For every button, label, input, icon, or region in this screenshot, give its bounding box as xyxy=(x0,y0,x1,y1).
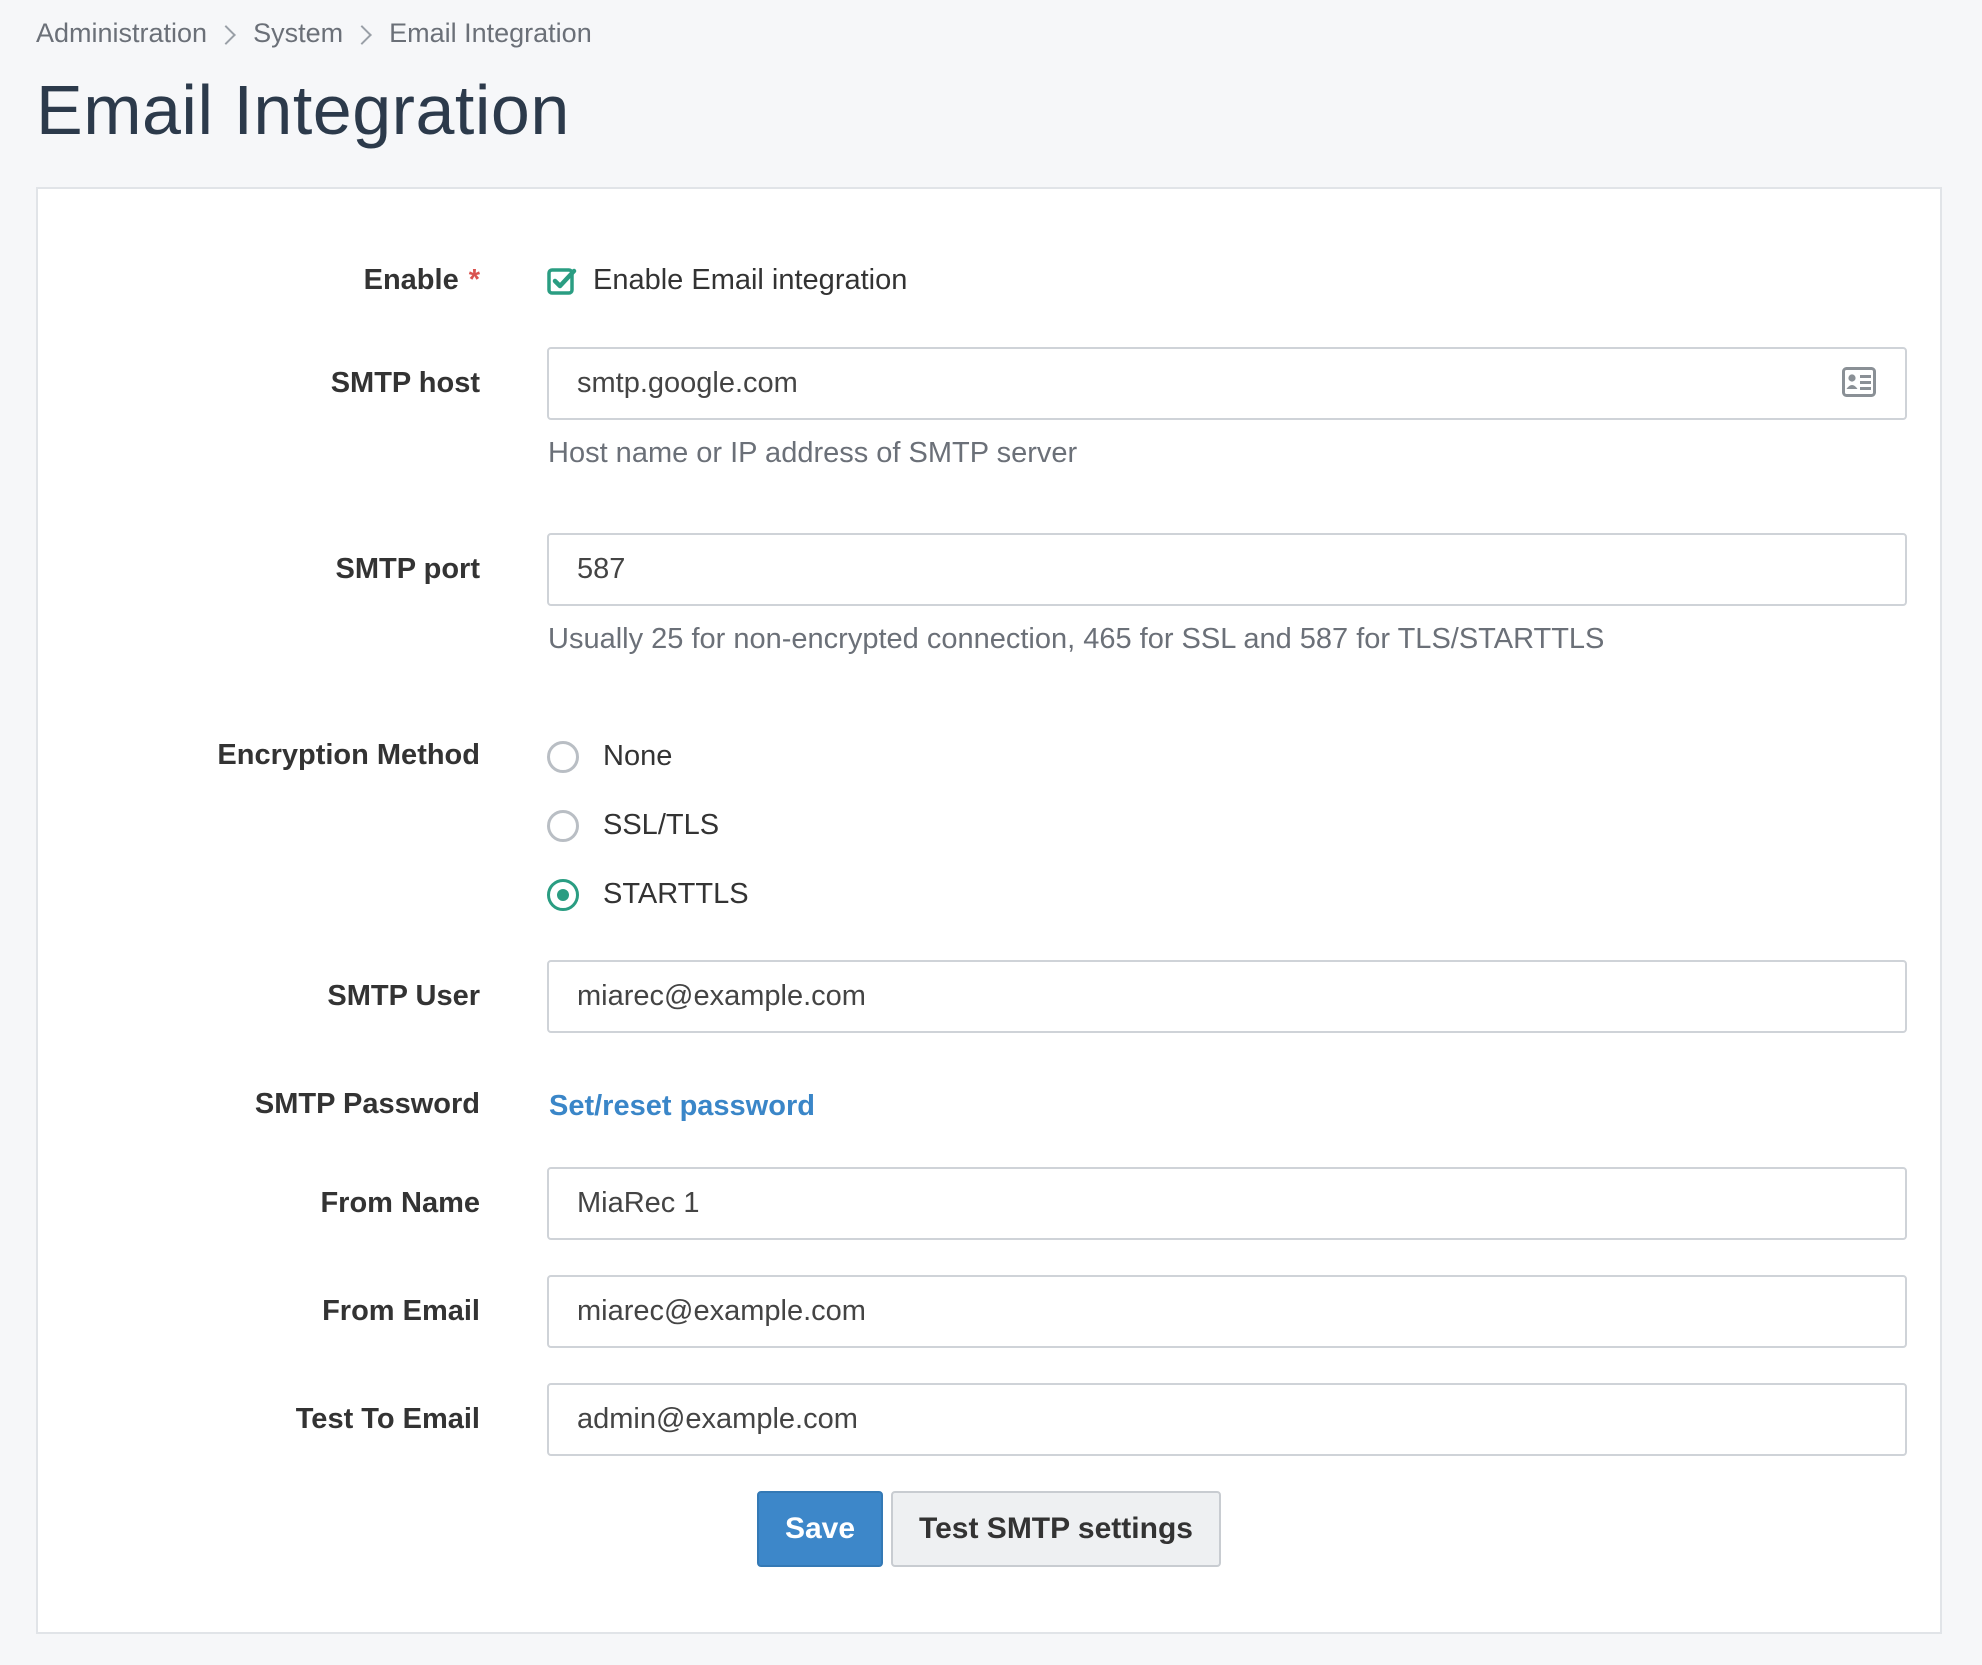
chevron-right-icon xyxy=(352,24,373,45)
breadcrumb-item-administration[interactable]: Administration xyxy=(36,18,207,49)
enable-label-text: Enable xyxy=(363,264,459,296)
required-marker: * xyxy=(468,264,480,296)
breadcrumb: Administration System Email Integration xyxy=(36,18,592,49)
smtp-port-input[interactable] xyxy=(547,533,1907,606)
test-to-email-input[interactable] xyxy=(547,1383,1907,1456)
contact-card-icon[interactable] xyxy=(1842,367,1876,397)
smtp-host-help: Host name or IP address of SMTP server xyxy=(548,437,1078,469)
enable-checkbox-label: Enable Email integration xyxy=(593,264,908,296)
smtp-password-label: SMTP Password xyxy=(254,1088,480,1120)
test-to-email-label: Test To Email xyxy=(295,1403,480,1435)
smtp-user-label: SMTP User xyxy=(327,980,480,1012)
encryption-method-label: Encryption Method xyxy=(217,739,480,771)
chevron-right-icon xyxy=(216,24,236,45)
set-reset-password-link[interactable]: Set/reset password xyxy=(549,1090,815,1123)
radio-label-none: None xyxy=(603,740,673,772)
from-email-label: From Email xyxy=(322,1295,480,1327)
radio-option-ssl-tls[interactable]: SSL/TLS xyxy=(547,809,719,842)
smtp-port-help: Usually 25 for non-encrypted connection,… xyxy=(548,623,1605,655)
radio-option-starttls[interactable]: STARTTLS xyxy=(547,878,749,911)
from-email-input[interactable] xyxy=(547,1275,1907,1348)
smtp-port-label: SMTP port xyxy=(335,553,480,585)
radio-option-none[interactable]: None xyxy=(547,740,672,773)
radio-label-ssl-tls: SSL/TLS xyxy=(603,809,720,841)
smtp-user-input[interactable] xyxy=(547,960,1907,1033)
breadcrumb-item-system[interactable]: System xyxy=(253,18,343,49)
breadcrumb-item-email-integration: Email Integration xyxy=(389,18,592,48)
page-title: Email Integration xyxy=(36,71,570,149)
radio-unchecked-icon[interactable] xyxy=(547,740,579,773)
smtp-host-label: SMTP host xyxy=(330,367,480,399)
save-button[interactable]: Save xyxy=(757,1491,883,1567)
from-name-input[interactable] xyxy=(547,1167,1907,1240)
test-smtp-settings-button[interactable]: Test SMTP settings xyxy=(891,1491,1221,1567)
smtp-host-input[interactable] xyxy=(547,347,1907,420)
checkbox-checked-icon[interactable] xyxy=(547,266,577,296)
radio-checked-icon[interactable] xyxy=(547,878,579,911)
enable-checkbox-row[interactable]: Enable Email integration xyxy=(547,264,907,297)
enable-label: Enable * xyxy=(364,264,480,297)
radio-label-starttls: STARTTLS xyxy=(603,878,749,910)
radio-unchecked-icon[interactable] xyxy=(547,809,579,842)
from-name-label: From Name xyxy=(320,1187,480,1219)
